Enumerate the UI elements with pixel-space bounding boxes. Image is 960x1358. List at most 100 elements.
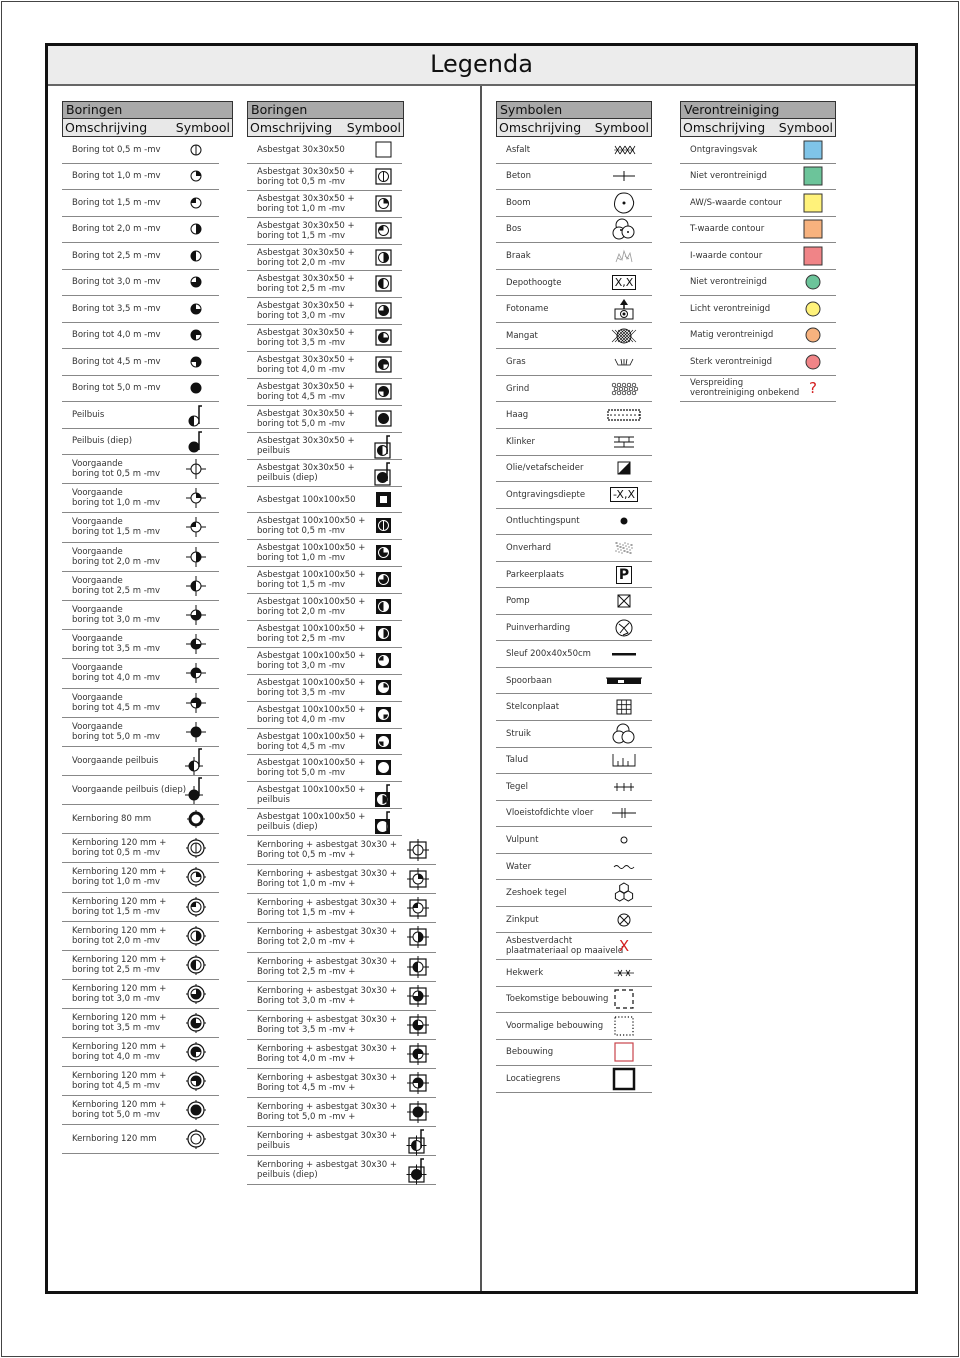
boring-glyph (190, 329, 202, 341)
legend-row: Kernboring + asbestgat 30x30 + Boring to… (247, 1069, 436, 1098)
legend-row: Ontluchtingspunt (496, 509, 652, 536)
legend-row: Voorgaande boring tot 2,0 m -mv (62, 543, 219, 572)
legend-row: Kernboring 80 mm (62, 805, 219, 835)
voorgaande-icon (181, 543, 211, 571)
asbest100-boring-glyph (376, 572, 391, 588)
section-boringen-1: Boringen Omschrijving Symbool Boring tot… (62, 101, 233, 1155)
legend-row: Asbestgat 100x100x50 + peilbuis (diep) (247, 809, 402, 837)
boring-glyph (190, 197, 202, 209)
kernboring120-icon (181, 834, 211, 862)
asbest100-boring-glyph (376, 679, 391, 695)
voorgaande-icon (181, 601, 211, 629)
legend-row: Puinverharding (496, 615, 652, 642)
legend-row: Boring tot 2,5 m -mv (62, 243, 219, 270)
legend-row: Bebouwing (496, 1040, 652, 1067)
ontgravingsdiepte-box: -X,X (610, 487, 638, 503)
legend-row: Asbestgat 100x100x50 + boring tot 0,5 m … (247, 513, 402, 541)
fotoname-glyph (614, 299, 634, 320)
tegel-glyph (614, 782, 634, 791)
legend-row: Hekwerk (496, 960, 652, 987)
legend-row: Kernboring + asbestgat 30x30 + Boring to… (247, 1011, 436, 1040)
legend-row: Stelconplaat (496, 694, 652, 722)
kern-asbest-glyph (407, 955, 429, 978)
red-x-icon: X (618, 937, 630, 956)
legend-row: Asbestgat 30x30x50 + boring tot 0,5 m -m… (247, 164, 402, 191)
depothoogte-icon: X,X (604, 270, 644, 296)
legend-row: Matig verontreinigd (680, 323, 836, 349)
voorgaande-glyph (186, 605, 206, 626)
puinverharding-icon (604, 615, 644, 641)
boring-glyph (190, 250, 202, 262)
color-square-glyph (803, 193, 823, 213)
klinker-icon (604, 429, 644, 455)
boring-icon (181, 349, 211, 375)
asbest100-boring-glyph (376, 625, 391, 641)
boring-icon (181, 376, 211, 402)
vulpunt-icon (604, 827, 644, 853)
parking-p-box: P (616, 565, 632, 584)
boring-glyph (190, 223, 202, 235)
legend-row: Voorgaande boring tot 4,5 m -mv (62, 689, 219, 718)
color-square-icon (798, 190, 828, 216)
legend-row: Asbestverdacht plaatmateriaal op maaivel… (496, 933, 652, 960)
legend-row: Water (496, 854, 652, 881)
legend-row: Talud (496, 748, 652, 775)
braak-glyph (615, 249, 633, 263)
tegel-icon (604, 774, 644, 800)
color-circle-glyph (805, 274, 821, 290)
kernboring120-icon (181, 893, 211, 921)
legend-row: Kernboring 120 mm + boring tot 1,5 m -mv (62, 893, 219, 922)
grind-glyph (611, 382, 639, 395)
asbest30-peilbuis-glyph (374, 461, 391, 486)
ontluchtingspunt-glyph (620, 517, 628, 525)
legend-row: Boring tot 1,0 m -mv (62, 164, 219, 190)
legend-row: Locatiegrens (496, 1066, 652, 1093)
kern-asbest-glyph (407, 1071, 429, 1094)
color-circle-icon (798, 349, 828, 375)
voorgaande-glyph (186, 663, 206, 684)
depothoogte-box: X,X (611, 275, 637, 290)
legend-row: Struik (496, 721, 652, 748)
column-headers: Omschrijving Symbool (63, 119, 232, 136)
legend-row: Asbestgat 100x100x50 + boring tot 4,0 m … (247, 702, 402, 729)
olie-icon (604, 456, 644, 482)
kernboring120-glyph (186, 1100, 206, 1121)
kernboring120-icon (181, 1038, 211, 1066)
legend-row: Kernboring 120 mm + boring tot 3,5 m -mv (62, 1009, 219, 1038)
asbest100-peilbuis-glyph (375, 811, 390, 835)
asbest30-glyph (375, 141, 392, 158)
legend-frame: Legenda Boringen Omschrijving Symbool Bo… (45, 43, 918, 1294)
legend-row: Asbestgat 100x100x50 + boring tot 3,0 m … (247, 648, 402, 675)
beton-icon (604, 164, 644, 190)
olie-glyph (617, 461, 631, 475)
legend-row: Asbestgat 30x30x50 (247, 137, 402, 164)
color-square-icon (798, 164, 828, 190)
legend-row: Verspreiding verontreiniging onbekend? (680, 376, 836, 402)
haag-glyph (607, 409, 641, 421)
legend-row: Asbestgat 100x100x50 + boring tot 1,5 m … (247, 567, 402, 595)
legend-row: Kernboring + asbestgat 30x30 + Boring to… (247, 953, 436, 982)
legend-row: Voorgaande boring tot 3,0 m -mv (62, 601, 219, 631)
kernboring120-icon (181, 1096, 211, 1124)
kern-asbest-icon (400, 1040, 436, 1068)
legend-row: Bos (496, 217, 652, 244)
legend-row: Asbestgat 30x30x50 + boring tot 5,0 m -m… (247, 406, 402, 433)
legend-row: Peilbuis (diep) (62, 429, 219, 455)
voorgaande-icon (181, 455, 211, 483)
legend-row: Kernboring + asbestgat 30x30 + Boring to… (247, 865, 436, 895)
pomp-glyph (617, 594, 631, 608)
kern-asbest-peilbuis-glyph (406, 1158, 427, 1185)
legend-row: Kernboring 120 mm + boring tot 1,0 m -mv (62, 863, 219, 893)
bebouwing-glyph (614, 1042, 634, 1062)
kern-asbest-peilbuis-icon (400, 1127, 436, 1156)
asbest100-glyph (376, 491, 391, 507)
asbest100-boring-glyph (376, 706, 391, 722)
kern-asbest-peilbuis-icon (400, 1156, 436, 1185)
legend-row: Kernboring + asbestgat 30x30 + Boring to… (247, 982, 436, 1011)
legend-row: Asbestgat 30x30x50 + boring tot 3,5 m -m… (247, 325, 402, 353)
legend-row: Asbestgat 100x100x50 + boring tot 2,5 m … (247, 621, 402, 648)
kernboring120-icon (181, 1009, 211, 1037)
asbest100-boring-icon (366, 567, 402, 593)
asbest100-boring-icon (366, 675, 402, 701)
legend-row: Kernboring 120 mm + boring tot 2,0 m -mv (62, 922, 219, 951)
